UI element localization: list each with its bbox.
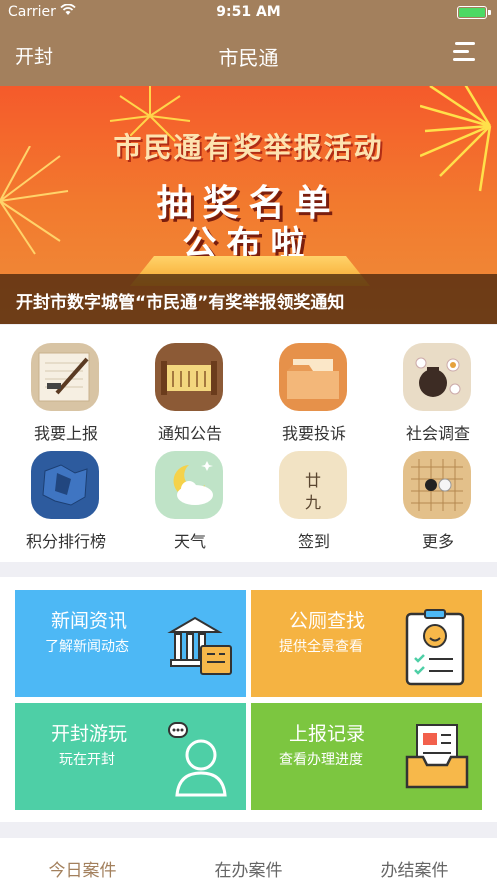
battery-icon: [457, 6, 487, 19]
grid-item-label: 积分排行榜: [25, 532, 106, 551]
grid-item-more[interactable]: 更多: [376, 433, 497, 551]
calendar-day-top: 廿: [304, 471, 321, 490]
tea-set-icon: [403, 343, 471, 411]
tab-closed-cases[interactable]: 办结案件: [332, 856, 497, 881]
grid-item-weather[interactable]: 天气: [128, 433, 252, 551]
grid-item-label: 天气: [173, 532, 206, 551]
promo-banner[interactable]: 市民通有奖举报活动 抽奖名单 公布啦 开封市数字城管“市民通”有奖举报领奖通知: [0, 86, 497, 324]
moon-cloud-icon: [155, 451, 223, 519]
case-tabs: 今日案件 在办案件 办结案件: [0, 838, 497, 883]
service-cards: 新闻资讯 了解新闻动态 公厕查找 提供全景查看 开封游玩 玩在开封 上报记录 查…: [0, 577, 497, 822]
grid-item-report[interactable]: 我要上报: [4, 325, 128, 443]
grid-item-checkin[interactable]: 廿 九 签到: [252, 433, 376, 551]
card-title: 新闻资讯: [51, 610, 128, 632]
card-report-records[interactable]: 上报记录 查看办理进度: [251, 703, 482, 810]
folder-icon: [279, 343, 347, 411]
banner-caption: 开封市数字城管“市民通”有奖举报领奖通知: [16, 293, 345, 313]
calendar-icon: 廿 九: [279, 451, 347, 519]
card-tour[interactable]: 开封游玩 玩在开封: [15, 703, 246, 810]
banner-headline: 市民通有奖举报活动: [113, 131, 384, 164]
scroll-icon: [155, 343, 223, 411]
card-title: 公厕查找: [289, 610, 366, 632]
go-board-icon: [403, 451, 471, 519]
grid-item-ranking[interactable]: 积分排行榜: [4, 433, 128, 551]
status-bar: Carrier 9:51 AM: [0, 0, 497, 26]
page-title: 市民通: [218, 46, 279, 70]
app-header: Carrier 9:51 AM 开封 市民通: [0, 0, 497, 86]
card-subtitle: 提供全景查看: [279, 639, 363, 655]
hamburger-menu-icon[interactable]: [453, 40, 477, 64]
grid-item-label: 更多: [421, 532, 454, 551]
grid-item-label: 签到: [297, 532, 330, 551]
checklist-icon: [405, 609, 465, 686]
document-tray-icon: [405, 724, 469, 789]
card-title: 上报记录: [289, 723, 366, 745]
grid-item-notice[interactable]: 通知公告: [128, 325, 252, 443]
card-title: 开封游玩: [51, 723, 128, 745]
card-subtitle: 了解新闻动态: [45, 639, 129, 655]
grid-item-survey[interactable]: 社会调查: [376, 325, 497, 443]
clock: 9:51 AM: [216, 4, 281, 20]
map-icon: [31, 451, 99, 519]
building-news-icon: [167, 616, 232, 675]
card-toilet[interactable]: 公厕查找 提供全景查看: [251, 590, 482, 697]
banner-caption-bar: 开封市数字城管“市民通”有奖举报领奖通知: [0, 274, 497, 324]
card-subtitle: 玩在开封: [59, 752, 115, 768]
person-chat-icon: [168, 722, 227, 797]
tab-active-cases[interactable]: 在办案件: [166, 856, 331, 881]
tab-today-cases[interactable]: 今日案件: [0, 856, 165, 881]
calendar-day-bottom: 九: [304, 493, 321, 512]
battery-tip: [488, 10, 491, 15]
card-subtitle: 查看办理进度: [279, 752, 363, 768]
card-news[interactable]: 新闻资讯 了解新闻动态: [15, 590, 246, 697]
feature-grid: 我要上报 通知公告 我要投诉 社会调查 积分排行榜 天气 廿 九 签到 更多: [0, 325, 497, 562]
brush-paper-icon: [31, 343, 99, 411]
grid-item-complaint[interactable]: 我要投诉: [252, 325, 376, 443]
